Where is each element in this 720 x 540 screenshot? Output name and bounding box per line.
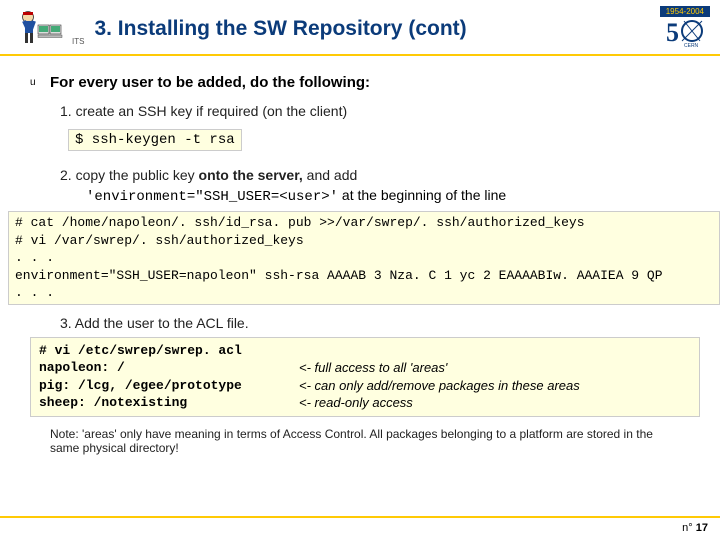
step-3-text: 3. Add the user to the ACL file. [60, 315, 249, 331]
footer-separator [0, 516, 720, 518]
step-2: 2. copy the public key onto the server, … [60, 167, 690, 183]
page-number: 17 [696, 522, 708, 534]
anniversary-badge: 1954-2004 5 CERN [660, 6, 710, 52]
acl-row: sheep: /notexisting<- read-only access [39, 394, 691, 412]
bullet-icon: u [30, 77, 36, 88]
slide-content: u For every user to be added, do the fol… [0, 56, 720, 455]
step-2-sub: 'environment="SSH_USER=<user>' at the be… [86, 187, 690, 205]
step-2-bold: onto the server, [199, 167, 303, 183]
its-label: ITS [72, 37, 84, 46]
page-footer: n° 17 [682, 522, 708, 534]
footnote: Note: 'areas' only have meaning in terms… [50, 427, 670, 455]
acl-cmd: # vi /etc/swrep/swrep. acl [39, 342, 299, 360]
intro-line: u For every user to be added, do the fol… [50, 74, 690, 91]
badge-logo-icon: 5 CERN [660, 17, 710, 52]
acl-row: napoleon: /<- full access to all 'areas' [39, 359, 691, 377]
badge-five: 5 [666, 18, 679, 47]
page-prefix: n° [682, 522, 693, 534]
step-2-text-a: 2. copy the public key [60, 167, 199, 183]
slide-title: 3. Installing the SW Repository (cont) [94, 17, 653, 41]
step-2-text-b: and add [303, 167, 358, 183]
step-2-sub-code: 'environment="SSH_USER=<user>' [86, 189, 338, 205]
acl-row: pig: /lcg, /egee/prototype<- can only ad… [39, 377, 691, 395]
badge-years: 1954-2004 [660, 6, 710, 17]
cartoon-icon [10, 7, 64, 51]
step-1-text: 1. create an SSH key if required (on the… [60, 103, 347, 119]
acl-box: # vi /etc/swrep/swrep. acl napoleon: /<-… [30, 337, 700, 417]
step-1: 1. create an SSH key if required (on the… [60, 103, 690, 119]
intro-text: For every user to be added, do the follo… [50, 74, 370, 91]
svg-text:CERN: CERN [684, 43, 699, 47]
step-2-code: # cat /home/napoleon/. ssh/id_rsa. pub >… [8, 211, 720, 305]
step-3: 3. Add the user to the ACL file. [60, 315, 690, 331]
step-2-sub-rest: at the beginning of the line [338, 187, 506, 203]
step-1-code: $ ssh-keygen -t rsa [68, 129, 242, 151]
slide-header: ITS 3. Installing the SW Repository (con… [0, 0, 720, 56]
